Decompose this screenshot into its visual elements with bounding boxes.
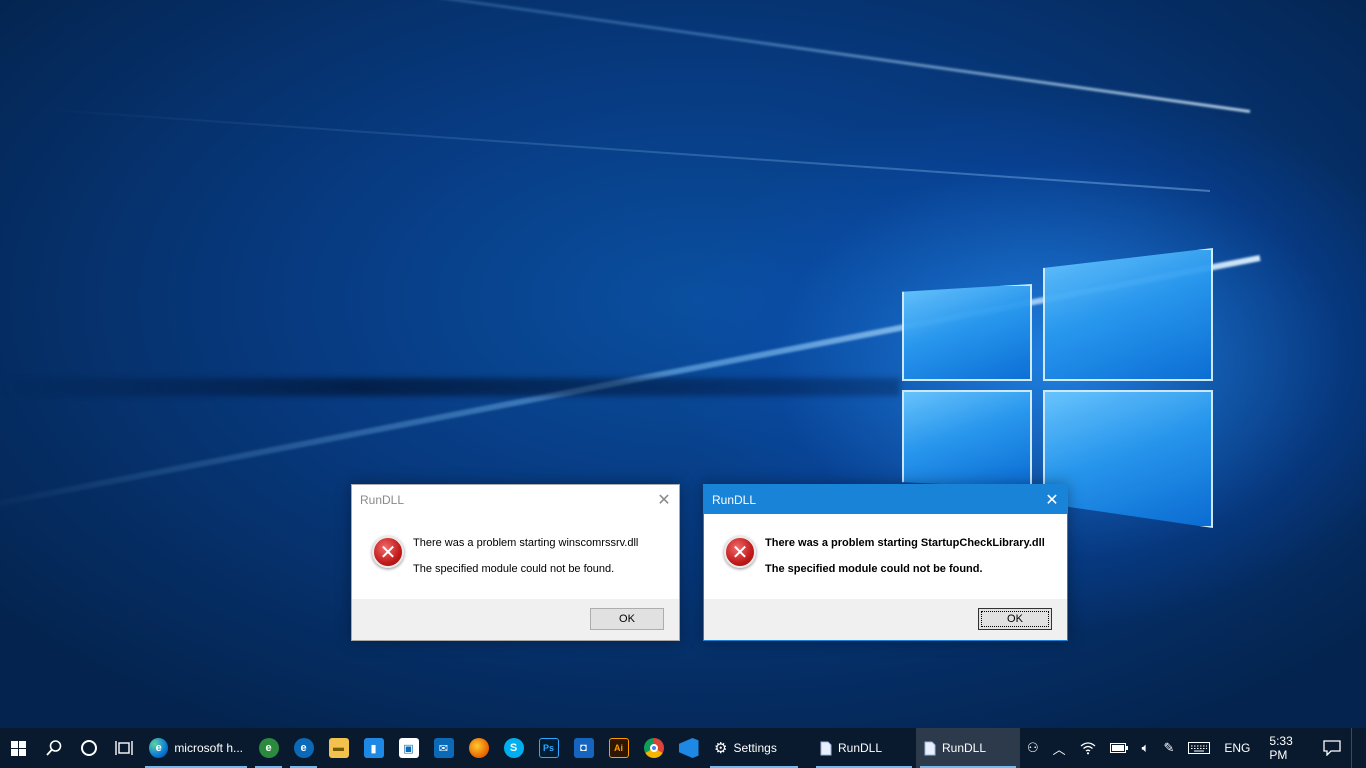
search-icon	[45, 740, 61, 756]
task-label: RunDLL	[942, 741, 987, 755]
system-tray: ⚇ ︿ 🔈︎ ✎ ENG 5:33 PM	[1020, 728, 1366, 768]
task-label: microsoft h...	[174, 741, 243, 755]
action-center-button[interactable]	[1313, 728, 1351, 768]
close-icon[interactable]: ✕	[649, 485, 679, 514]
task-label: RunDLL	[838, 741, 883, 755]
store-icon: ▣	[398, 738, 419, 758]
windows-logo-pane	[1043, 248, 1213, 381]
volume-button[interactable]: 🔈︎	[1135, 728, 1157, 768]
touch-keyboard-button[interactable]	[1181, 728, 1217, 768]
document-icon	[820, 741, 832, 755]
pen-workspace-button[interactable]: ✎	[1156, 728, 1181, 768]
taskbar-item-settings[interactable]: ⚙ Settings	[706, 728, 802, 768]
taskbar-item-camera[interactable]: ◘	[566, 728, 601, 768]
dialog-footer: OK	[352, 599, 679, 640]
edge-icon: e	[149, 738, 169, 758]
chevron-up-icon: ︿	[1052, 741, 1066, 757]
taskbar-item-edge[interactable]: e microsoft h...	[141, 728, 251, 768]
windows-logo-pane	[1043, 390, 1213, 528]
input-language[interactable]: ENG	[1217, 728, 1257, 768]
dialog-footer: OK	[704, 599, 1067, 640]
settings-gear-icon: ⚙	[714, 740, 728, 757]
camera-app-icon: ◘	[573, 738, 594, 758]
clock[interactable]: 5:33 PM	[1257, 728, 1313, 768]
dialog-titlebar[interactable]: RunDLL ✕	[352, 485, 679, 514]
people-button[interactable]: ⚇	[1020, 728, 1046, 768]
volume-icon: 🔈︎	[1141, 740, 1150, 755]
windows-logo-pane	[902, 284, 1032, 381]
dialog-body: ✕ There was a problem starting winscomrs…	[352, 514, 679, 599]
taskbar-item-vscode[interactable]	[671, 728, 706, 768]
taskbar-item-illustrator[interactable]: Ai	[601, 728, 636, 768]
wallpaper-light-beam	[32, 107, 1211, 192]
touch-keyboard-icon	[1188, 742, 1211, 754]
wallpaper-light-beam	[0, 0, 1251, 113]
taskbar-item-store[interactable]: ▣	[391, 728, 426, 768]
vscode-icon	[678, 738, 699, 758]
cortana-button[interactable]	[71, 728, 106, 768]
windows-logo-icon	[10, 740, 26, 756]
skype-icon: S	[503, 738, 524, 758]
task-view-button[interactable]	[106, 728, 141, 768]
dialog-title: RunDLL	[360, 492, 405, 507]
taskbar-item-file-explorer[interactable]: ▬	[321, 728, 356, 768]
action-center-icon	[1323, 740, 1341, 756]
taskbar-item-firefox[interactable]	[461, 728, 496, 768]
show-desktop-button[interactable]	[1351, 728, 1366, 768]
taskbar-item-mail[interactable]: ✉	[426, 728, 461, 768]
document-icon	[924, 741, 936, 755]
network-button[interactable]	[1073, 728, 1103, 768]
taskbar-item-edge-beta[interactable]: e	[286, 728, 321, 768]
taskbar-item-photoshop[interactable]: Ps	[531, 728, 566, 768]
task-view-icon	[114, 741, 133, 755]
taskbar: e microsoft h... e e ▬ ▮ ▣ ✉ S Ps ◘ Ai ⚙…	[0, 728, 1366, 768]
show-hidden-icons-button[interactable]: ︿	[1046, 728, 1073, 768]
windows-logo-pane	[902, 390, 1032, 488]
close-icon[interactable]: ✕	[1037, 485, 1067, 514]
taskbar-item-skype[interactable]: S	[496, 728, 531, 768]
error-icon: ✕	[372, 536, 404, 568]
dialog-detail: The specified module could not be found.	[765, 563, 983, 575]
wifi-icon	[1080, 742, 1096, 755]
error-icon: ✕	[724, 536, 756, 568]
ok-button[interactable]: OK	[590, 608, 664, 630]
pen-workspace-icon: ✎	[1163, 740, 1175, 755]
chrome-icon	[643, 738, 664, 758]
file-explorer-icon: ▬	[328, 738, 349, 758]
battery-button[interactable]	[1103, 728, 1135, 768]
edge-beta-icon: e	[293, 738, 314, 758]
dialog-titlebar[interactable]: RunDLL ✕	[704, 485, 1067, 514]
edge-dev-icon: e	[258, 738, 279, 758]
desktop-wallpaper	[0, 0, 1366, 728]
app-blue-icon: ▮	[363, 738, 384, 758]
dialog-message: There was a problem starting StartupChec…	[765, 537, 1045, 549]
task-label: Settings	[733, 741, 777, 755]
dialog-body: ✕ There was a problem starting StartupCh…	[704, 514, 1067, 599]
dialog-detail: The specified module could not be found.	[413, 563, 615, 575]
photoshop-icon: Ps	[538, 738, 559, 758]
rundll-error-dialog: RunDLL ✕ ✕ There was a problem starting …	[351, 484, 680, 641]
taskbar-item-edge-dev[interactable]: e	[251, 728, 286, 768]
dialog-message: There was a problem starting winscomrssr…	[413, 537, 639, 549]
ok-button[interactable]: OK	[978, 608, 1052, 630]
taskbar-item-chrome[interactable]	[636, 728, 671, 768]
cortana-circle-icon	[80, 740, 97, 756]
people-icon: ⚇	[1027, 740, 1039, 755]
taskbar-item-rundll-active[interactable]: RunDLL	[916, 728, 1020, 768]
wallpaper-shadow-band	[0, 378, 900, 396]
mail-icon: ✉	[433, 738, 454, 758]
illustrator-icon: Ai	[608, 738, 629, 758]
taskbar-item-rundll[interactable]: RunDLL	[812, 728, 916, 768]
firefox-icon	[468, 738, 489, 758]
battery-icon	[1109, 743, 1128, 753]
rundll-error-dialog: RunDLL ✕ ✕ There was a problem starting …	[703, 484, 1068, 641]
dialog-title: RunDLL	[712, 492, 757, 507]
start-button[interactable]	[0, 728, 36, 768]
search-button[interactable]	[36, 728, 71, 768]
taskbar-item-app[interactable]: ▮	[356, 728, 391, 768]
